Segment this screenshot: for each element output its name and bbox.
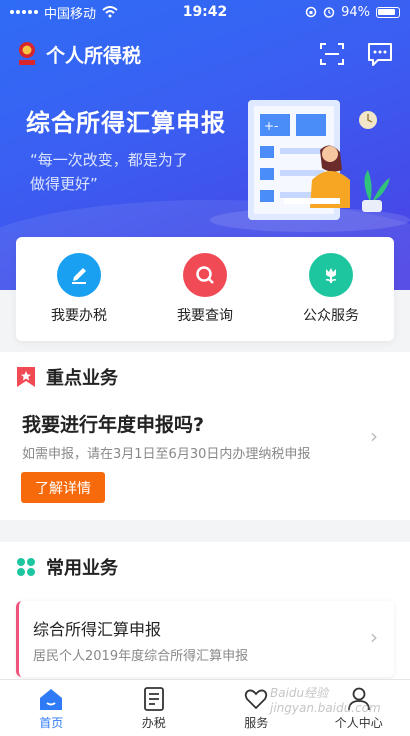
quick-action-query[interactable]: 我要查询 bbox=[150, 253, 260, 325]
tab-label: 首页 bbox=[39, 715, 64, 730]
heart-hands-icon bbox=[245, 689, 268, 709]
annual-filing-question[interactable]: 我要进行年度申报吗? bbox=[22, 410, 204, 437]
wifi-icon bbox=[102, 6, 118, 18]
card-title: 综合所得汇算申报 bbox=[33, 620, 162, 639]
signal-icon bbox=[10, 10, 38, 14]
app-header: 个人所得税 bbox=[0, 34, 410, 74]
chevron-right-icon: › bbox=[370, 625, 378, 649]
hero-quote: “每一次改变，都是为了 做得更好” bbox=[30, 148, 210, 196]
rotation-lock-icon bbox=[305, 6, 317, 18]
card-description: 居民个人2019年度综合所得汇算申报 bbox=[33, 649, 249, 664]
document-icon bbox=[143, 686, 164, 711]
section-title: 常用业务 bbox=[46, 558, 118, 579]
hero-title: 综合所得汇算申报 bbox=[26, 109, 226, 137]
quick-action-circle bbox=[183, 253, 227, 297]
key-business-header: 重点业务 bbox=[0, 352, 410, 402]
comprehensive-income-card[interactable]: 综合所得汇算申报 居民个人2019年度综合所得汇算申报 › bbox=[16, 601, 394, 677]
tab-tax[interactable]: 办税 bbox=[114, 686, 194, 731]
message-icon[interactable] bbox=[366, 40, 394, 68]
baidu-watermark: Baidu经验 jingyan.baidu.com bbox=[270, 686, 381, 715]
scan-icon[interactable] bbox=[318, 40, 346, 68]
section-title: 重点业务 bbox=[46, 368, 118, 389]
quick-action-public-service[interactable]: 公众服务 bbox=[276, 253, 386, 325]
battery-percent: 94% bbox=[341, 4, 370, 20]
svg-text:+-: +- bbox=[264, 119, 278, 133]
tab-label: 个人中心 bbox=[334, 715, 383, 730]
tax-emblem-icon bbox=[19, 42, 35, 65]
grid-leaves-icon bbox=[17, 558, 35, 576]
quick-actions-card: 我要办税 我要查询 公众服务 bbox=[16, 237, 394, 341]
quick-action-file-tax[interactable]: 我要办税 bbox=[24, 253, 134, 325]
pen-icon bbox=[72, 268, 86, 284]
quick-action-label: 我要办税 bbox=[51, 308, 107, 324]
hero-quote-line-2: 做得更好” bbox=[30, 175, 98, 193]
home-icon bbox=[40, 688, 63, 710]
carrier-label: 中国移动 bbox=[44, 6, 97, 22]
hero-illustration: +- bbox=[210, 100, 410, 232]
tab-label: 服务 bbox=[244, 715, 269, 730]
app-title: 个人所得税 bbox=[46, 44, 142, 67]
tab-home[interactable]: 首页 bbox=[11, 686, 91, 731]
status-bar: 中国移动 19:42 94% bbox=[0, 0, 410, 24]
bookmark-star-icon bbox=[17, 367, 35, 387]
quick-action-circle bbox=[309, 253, 353, 297]
common-business-header: 常用业务 bbox=[0, 542, 410, 592]
flower-icon bbox=[325, 268, 337, 284]
battery-icon bbox=[376, 6, 400, 18]
hero-quote-line-1: “每一次改变，都是为了 bbox=[30, 151, 188, 169]
quick-action-label: 我要查询 bbox=[177, 308, 233, 324]
search-icon bbox=[196, 266, 214, 284]
quick-action-circle bbox=[57, 253, 101, 297]
tab-label: 办税 bbox=[141, 715, 166, 730]
annual-filing-description: 如需申报，请在3月1日至6月30日内办理纳税申报 bbox=[22, 447, 311, 462]
alarm-icon bbox=[323, 7, 335, 18]
chevron-right-icon[interactable]: › bbox=[370, 424, 378, 448]
learn-more-button[interactable]: 了解详情 bbox=[21, 472, 105, 503]
quick-action-label: 公众服务 bbox=[303, 308, 359, 324]
